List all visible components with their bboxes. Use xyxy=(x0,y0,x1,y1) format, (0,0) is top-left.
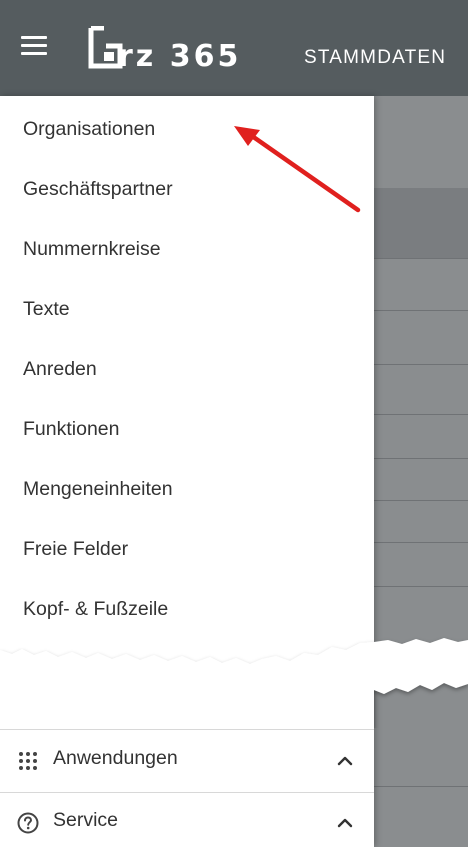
drawer-item-organisationen[interactable]: Organisationen xyxy=(23,118,155,141)
chevron-up-icon[interactable] xyxy=(334,750,356,772)
footer-label-anwendungen: Anwendungen xyxy=(53,747,178,769)
chevron-up-icon[interactable] xyxy=(334,812,356,834)
brz-365-logo: rz 365 xyxy=(88,26,241,70)
main-content-area xyxy=(374,96,468,847)
top-app-bar: rz 365 STAMMDATEN xyxy=(0,0,468,96)
drawer-item-nummernkreise[interactable]: Nummernkreise xyxy=(23,238,161,261)
drawer-item-funktionen[interactable]: Funktionen xyxy=(23,418,119,441)
hamburger-menu-icon[interactable] xyxy=(18,34,52,60)
torn-paper-gap xyxy=(0,638,468,728)
drawer-item-geschaeftspartner[interactable]: Geschäftspartner xyxy=(23,178,173,201)
drawer-item-kopf-fusszeile[interactable]: Kopf- & Fußzeile xyxy=(23,598,168,621)
drawer-item-freie-felder[interactable]: Freie Felder xyxy=(23,538,128,561)
footer-label-service: Service xyxy=(53,809,119,831)
footer-item-anwendungen[interactable]: Anwendungen xyxy=(0,730,374,790)
drawer-item-texte[interactable]: Texte xyxy=(23,298,70,321)
svg-text:rz 365: rz 365 xyxy=(118,39,241,70)
app-window: rz 365 STAMMDATEN Organisationen Geschäf… xyxy=(0,0,468,847)
help-circle-icon xyxy=(17,812,39,834)
section-title: STAMMDATEN xyxy=(304,47,447,68)
apps-grid-icon xyxy=(19,752,37,770)
red-arrow-icon xyxy=(234,126,361,213)
drawer-item-mengeneinheiten[interactable]: Mengeneinheiten xyxy=(23,478,173,501)
footer-item-service[interactable]: Service xyxy=(0,793,374,847)
drawer-item-anreden[interactable]: Anreden xyxy=(23,358,97,381)
